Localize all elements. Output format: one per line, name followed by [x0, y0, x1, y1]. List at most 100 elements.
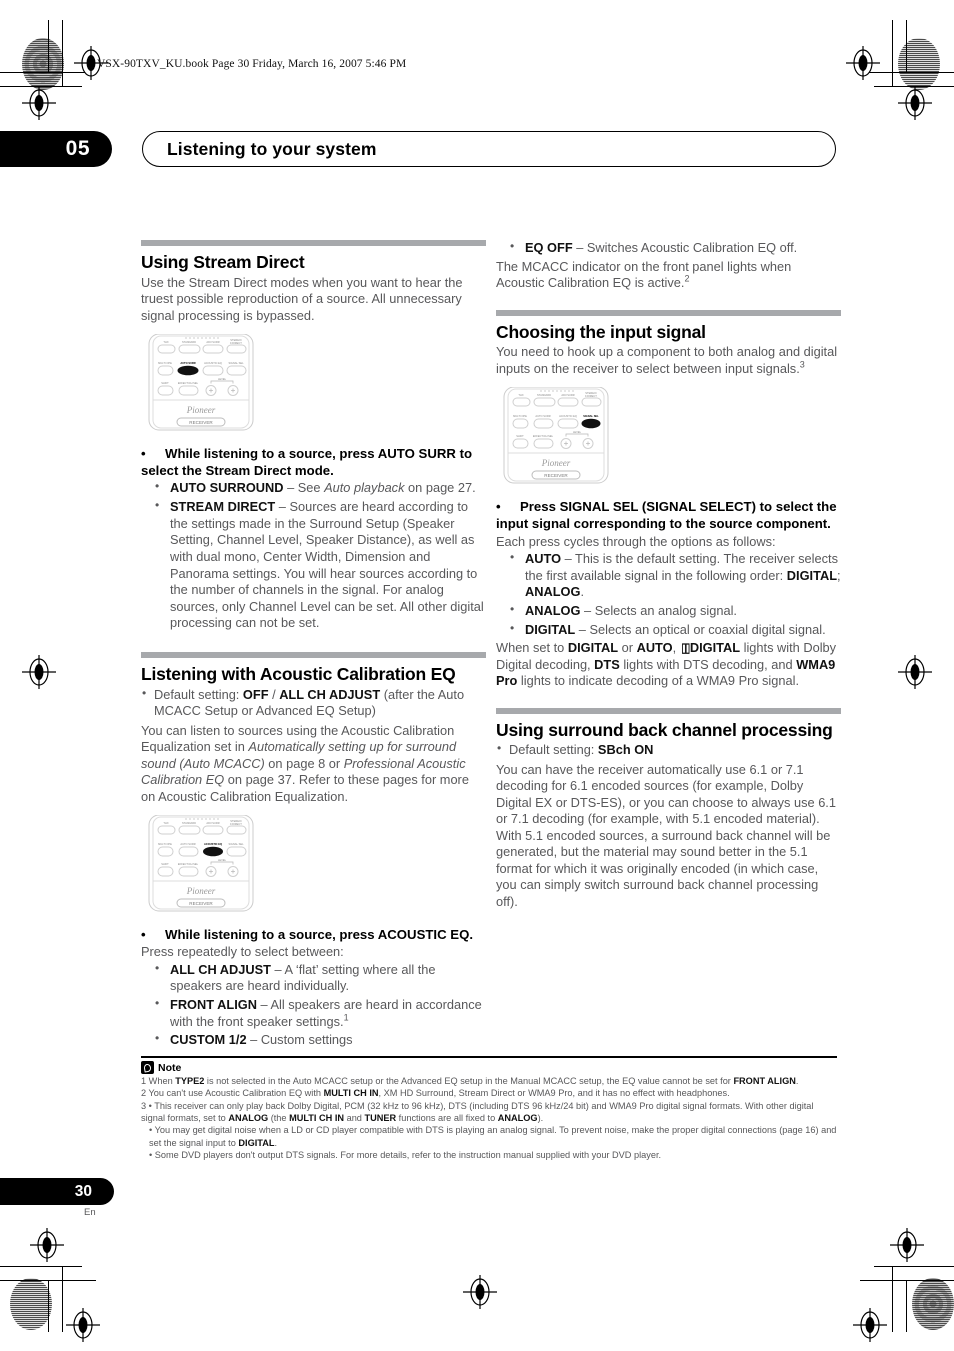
registration-mark-center-bottom — [463, 1275, 497, 1309]
svg-text:STANDARD: STANDARD — [182, 340, 196, 344]
section-rule — [141, 652, 486, 659]
section-using-stream-direct: Using Stream Direct Use the Stream Direc… — [141, 240, 486, 632]
svg-text:SHIFT: SHIFT — [161, 862, 169, 866]
instruction-text: While listening to a source, press AUTO … — [141, 446, 473, 479]
svg-text:ADV.SURR: ADV.SURR — [206, 821, 219, 825]
stream-direct-mode-list: AUTO SURROUND – See Auto playback on pag… — [141, 479, 486, 632]
svg-text:EFFECT/CH SEL: EFFECT/CH SEL — [178, 862, 199, 866]
brand-logo: Pioneer — [186, 886, 216, 896]
svg-text:ACOUSTIC EQ: ACOUSTIC EQ — [204, 842, 222, 846]
svg-text:ADV.SURR: ADV.SURR — [206, 340, 219, 344]
footnotes-block: Note 1 When TYPE2 is not selected in the… — [141, 1056, 837, 1161]
registration-mark — [898, 655, 932, 689]
svg-text:ACOUSTIC EQ: ACOUSTIC EQ — [204, 361, 222, 365]
crop-line — [892, 1266, 893, 1332]
remote-control-illustration-auto-surr: THX STANDARD ADV.SURR STEREO/ F.DIRECT M… — [141, 333, 486, 439]
footnote-item: 1 When TYPE2 is not selected in the Auto… — [141, 1076, 799, 1086]
term-analog: ANALOG — [525, 602, 581, 618]
instruction-text: Press SIGNAL SEL (SIGNAL SELECT) to sele… — [496, 499, 837, 532]
halftone-circle-bottom-right — [912, 1278, 954, 1330]
svg-text:LEVEL: LEVEL — [218, 858, 227, 862]
list-item: EQ OFF – Switches Acoustic Calibration E… — [509, 239, 841, 257]
note-header: Note — [141, 1061, 837, 1074]
svg-text:EFFECT/CH SEL: EFFECT/CH SEL — [533, 434, 554, 438]
page-language-label: En — [84, 1207, 96, 1218]
crop-line — [62, 1266, 63, 1332]
svg-text:STANDARD: STANDARD — [537, 393, 551, 397]
registration-mark — [890, 1228, 924, 1262]
left-column: Using Stream Direct Use the Stream Direc… — [141, 240, 486, 1051]
svg-text:F.DIRECT: F.DIRECT — [585, 394, 597, 398]
footnote-item: • You may get digital noise when a LD or… — [149, 1125, 837, 1148]
brand-logo: Pioneer — [541, 458, 571, 468]
registration-mark — [66, 1308, 100, 1342]
acoustic-eq-option-list: ALL CH ADJUST – A ‘flat’ setting where a… — [141, 961, 486, 1049]
registration-mark — [853, 1308, 887, 1342]
halftone-circle-top-left — [22, 38, 64, 90]
remote-control-illustration-signal-sel: THX STANDARD ADV.SURR STEREO/ F.DIRECT M… — [496, 386, 841, 492]
manual-page: VSX-90TXV_KU.book Page 30 Friday, March … — [0, 0, 954, 1351]
section-rule — [496, 707, 841, 714]
svg-text:RECEIVER: RECEIVER — [544, 473, 568, 478]
footnote-item: 3 • This receiver can only play back Dol… — [141, 1100, 814, 1123]
svg-text:LEVEL: LEVEL — [218, 377, 227, 381]
svg-text:EFFECT/CH SEL: EFFECT/CH SEL — [178, 381, 199, 385]
svg-text:MULTI OPE: MULTI OPE — [158, 361, 172, 365]
crop-line — [906, 1280, 907, 1332]
registration-mark — [898, 86, 932, 120]
footnote-item: • Some DVD players don't output DTS sign… — [149, 1149, 662, 1160]
list-item: DIGITAL – Selects an optical or coaxial … — [509, 621, 841, 639]
instruction-acoustic-eq: • While listening to a source, press ACOU… — [141, 927, 474, 943]
svg-text:SIGNAL SEL: SIGNAL SEL — [583, 414, 599, 418]
svg-text:MULTI OPE: MULTI OPE — [513, 414, 527, 418]
signal-closing-text: When set to DIGITAL or AUTO, ▯▯DIGITAL l… — [496, 640, 837, 689]
default-setting-list: Default setting: OFF / ALL CH ADJUST (af… — [141, 686, 486, 720]
footnote-ref: 1 — [343, 1012, 349, 1023]
svg-text:SIGNAL SEL: SIGNAL SEL — [228, 842, 244, 846]
list-item: AUTO SURROUND – See Auto playback on pag… — [154, 479, 486, 497]
instruction-tail-signal-sel: Each press cycles through the options as… — [496, 533, 776, 549]
instruction-text: While listening to a source, press ACOUS… — [165, 927, 474, 943]
footnote-item: 2 You can't use Acoustic Calibration EQ … — [141, 1088, 730, 1099]
list-item: FRONT ALIGN – All speakers are heard in … — [154, 996, 486, 1030]
svg-text:THX: THX — [163, 340, 168, 344]
term-auto: AUTO — [525, 551, 562, 567]
section-heading: Listening with Acoustic Calibration EQ — [141, 664, 456, 685]
note-label: Note — [158, 1061, 182, 1074]
list-item: STREAM DIRECT – Sources are heard accord… — [154, 498, 486, 632]
svg-text:AUTO SURR: AUTO SURR — [535, 414, 550, 418]
svg-text:SIGNAL SEL: SIGNAL SEL — [228, 361, 244, 365]
book-file-header: VSX-90TXV_KU.book Page 30 Friday, March … — [97, 58, 407, 70]
footnote-rule — [141, 1056, 837, 1058]
chapter-header: 05 Listening to your system — [0, 131, 860, 171]
registration-mark — [22, 86, 56, 120]
input-signal-intro: You need to hook up a component to both … — [496, 344, 838, 376]
halftone-circle-top-right — [898, 38, 940, 90]
crop-line — [48, 1280, 49, 1332]
chapter-number-badge: 05 — [0, 131, 112, 167]
list-item: ANALOG – Selects an analog signal. — [509, 602, 841, 620]
list-item: AUTO – This is the default setting. The … — [509, 550, 841, 601]
section-heading: Choosing the input signal — [496, 321, 706, 342]
svg-text:STANDARD: STANDARD — [182, 821, 196, 825]
section-surround-back-channel: Using surround back channel processing D… — [496, 707, 841, 911]
crop-line — [48, 20, 49, 72]
section-acoustic-calibration-eq: Listening with Acoustic Calibration EQ D… — [141, 652, 486, 1049]
svg-text:F.DIRECT: F.DIRECT — [230, 822, 242, 826]
crop-line — [874, 1266, 954, 1267]
svg-text:AUTO SURR: AUTO SURR — [180, 842, 195, 846]
mcacc-indicator-text: The MCACC indicator on the front panel l… — [496, 258, 792, 291]
instruction-signal-sel: • Press SIGNAL SEL (SIGNAL SELECT) to sel… — [496, 499, 837, 532]
section-rule — [496, 309, 841, 316]
list-item: ALL CH ADJUST – A ‘flat’ setting where a… — [154, 961, 486, 995]
remote-control-illustration-acoustic-eq: THX STANDARD ADV.SURR STEREO/ F.DIRECT M… — [141, 814, 486, 920]
svg-text:THX: THX — [518, 393, 523, 397]
eq-off-list: EQ OFF – Switches Acoustic Calibration E… — [496, 239, 841, 257]
registration-mark — [846, 46, 880, 80]
crop-line — [906, 20, 907, 72]
crop-line — [0, 1266, 82, 1267]
default-setting-list: Default setting: SBch ON — [496, 741, 841, 759]
section-rule — [141, 240, 486, 246]
registration-mark — [22, 655, 56, 689]
term-auto-surround: AUTO SURROUND — [170, 480, 284, 496]
